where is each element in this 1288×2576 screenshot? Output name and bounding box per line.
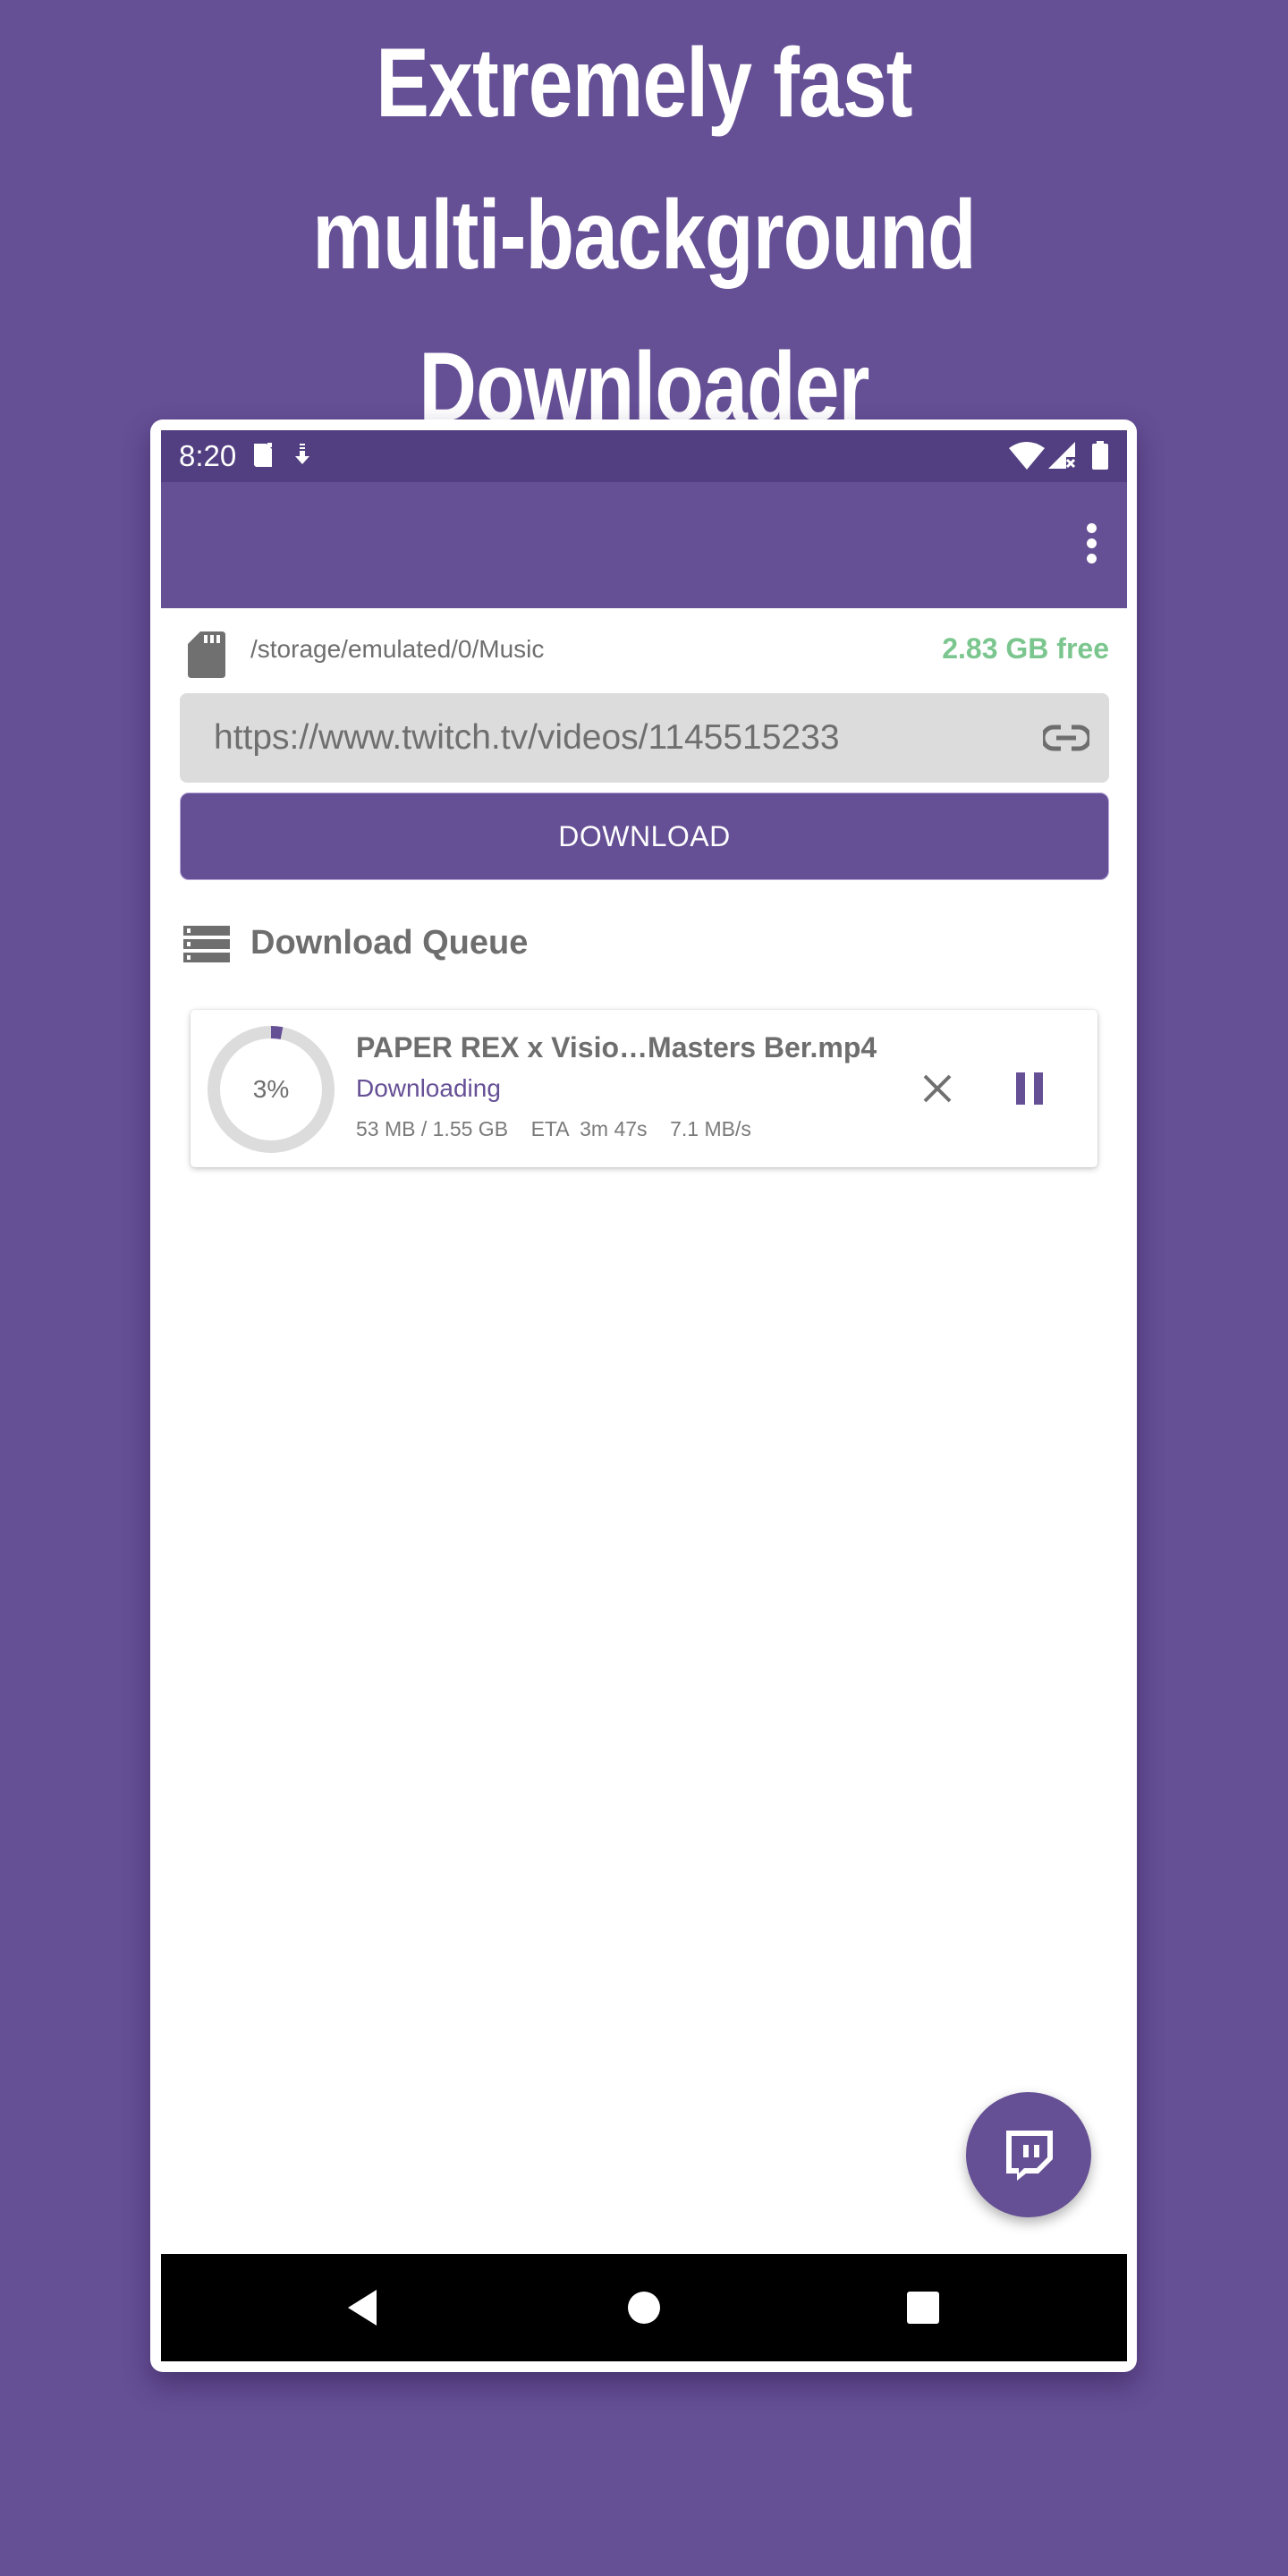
download-status: Downloading — [356, 1074, 501, 1102]
headline-line-2: multi-background — [312, 181, 976, 291]
more-options-icon[interactable] — [1082, 523, 1100, 568]
queue-title: Download Queue — [250, 924, 529, 962]
app-toolbar — [161, 482, 1127, 608]
wifi-icon — [1009, 441, 1045, 474]
system-nav-bar — [161, 2254, 1127, 2361]
close-icon — [923, 1074, 952, 1103]
nav-home-button[interactable] — [617, 2281, 671, 2334]
download-notification-icon — [293, 442, 311, 473]
twitch-icon — [1006, 2131, 1053, 2181]
sd-card-icon — [188, 631, 225, 682]
battery-icon — [1091, 441, 1109, 474]
storage-path: /storage/emulated/0/Music — [250, 635, 545, 663]
nav-recents-button[interactable] — [896, 2281, 950, 2334]
twitch-fab-button[interactable] — [966, 2092, 1091, 2217]
download-meta: 53 MB / 1.55 GB ETA 3m 47s 7.1 MB/s — [356, 1117, 751, 1140]
url-field[interactable] — [180, 693, 1109, 783]
download-button[interactable]: DOWNLOAD — [180, 792, 1109, 880]
download-queue-header: Download Queue — [161, 913, 1127, 970]
back-icon — [348, 2290, 377, 2326]
promo-headline: Extremely fast multi-background Download… — [90, 7, 1198, 463]
home-icon — [628, 2292, 660, 2324]
pause-icon — [1016, 1072, 1043, 1105]
free-space-label: 2.83 GB free — [942, 632, 1109, 665]
pause-download-button[interactable] — [1014, 1071, 1045, 1106]
url-input[interactable] — [214, 693, 1001, 783]
app-screen: 8:20 /storage/emulated/0/Music 2.83 GB f… — [161, 430, 1127, 2361]
headline-line-1: Extremely fast — [376, 29, 912, 138]
storage-row[interactable]: /storage/emulated/0/Music 2.83 GB free — [161, 608, 1127, 694]
nav-back-button[interactable] — [335, 2281, 389, 2334]
list-icon — [183, 926, 230, 968]
file-name: PAPER REX x Visio…Masters Ber.mp4 — [356, 1031, 877, 1063]
status-time: 8:20 — [179, 439, 237, 472]
cellular-no-signal-icon — [1048, 441, 1077, 474]
recents-icon — [907, 2292, 939, 2324]
progress-percent: 3% — [252, 1075, 290, 1103]
cancel-download-button[interactable] — [919, 1071, 955, 1106]
sd-card-notification-icon — [252, 442, 274, 473]
link-icon[interactable] — [1040, 720, 1092, 760]
download-item-card[interactable]: 3% PAPER REX x Visio…Masters Ber.mp4 Dow… — [191, 1010, 1097, 1167]
phone-frame: 8:20 /storage/emulated/0/Music 2.83 GB f… — [150, 419, 1137, 2372]
status-bar: 8:20 — [161, 430, 1127, 482]
